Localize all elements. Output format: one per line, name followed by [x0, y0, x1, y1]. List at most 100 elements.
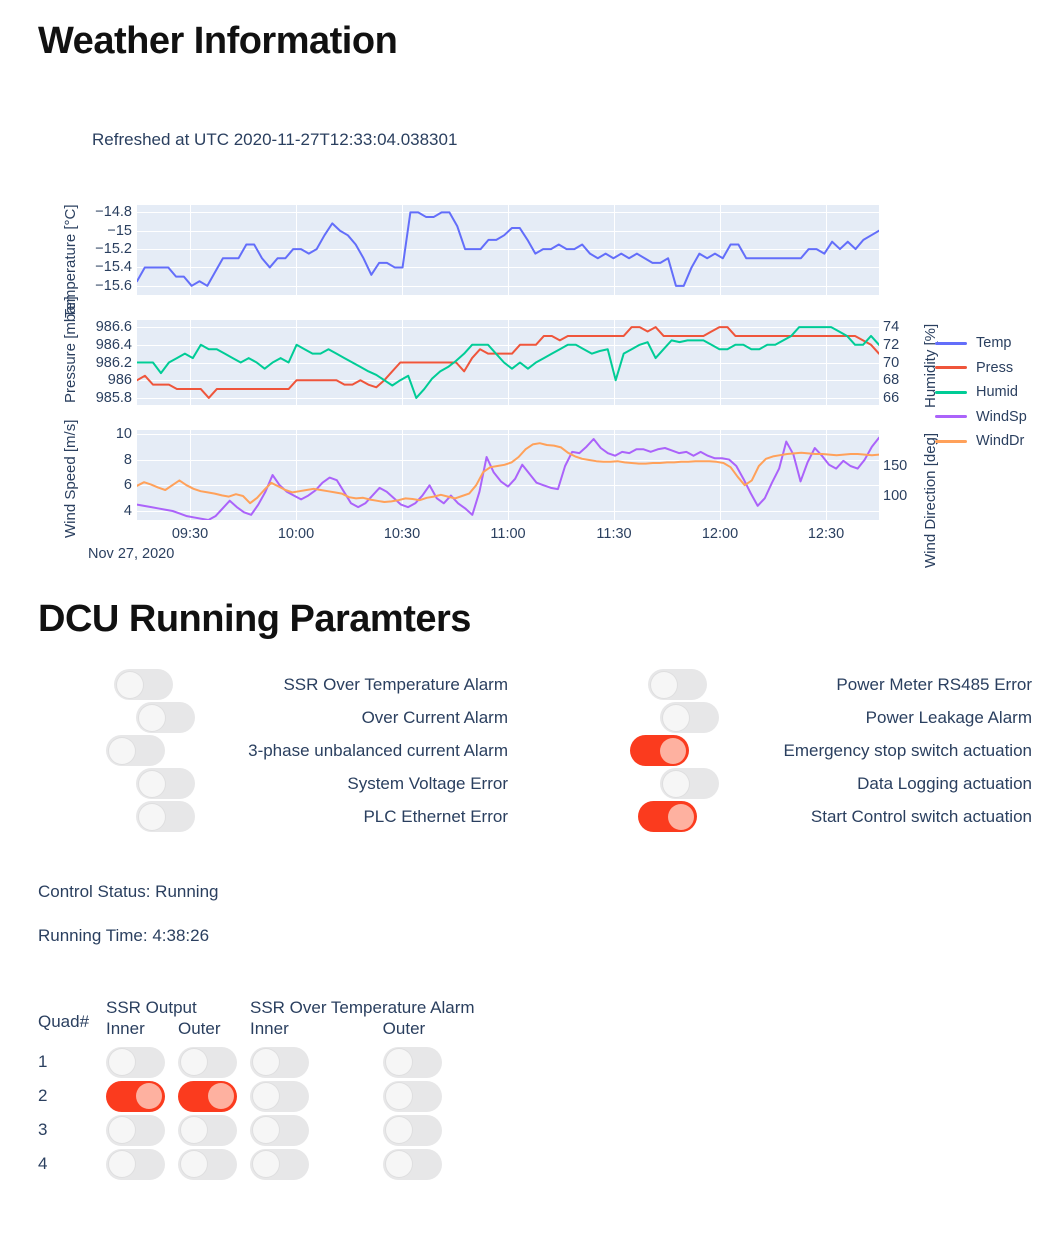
axis-tick-label: 70	[883, 354, 900, 371]
xaxis-tick-label: 11:30	[596, 526, 632, 542]
axis-tick-label: 985.8	[95, 389, 132, 406]
dcu-switch-cell	[597, 735, 689, 766]
series-line-humid	[137, 327, 879, 398]
toggle-right-2[interactable]	[660, 702, 719, 733]
toggle-quad2-ssr-output-outer[interactable]	[178, 1080, 237, 1112]
toggle-left-4[interactable]	[136, 768, 195, 799]
dcu-switch-cell	[103, 801, 195, 832]
toggle-quad2-ssr-overtemp-outer[interactable]	[382, 1080, 442, 1112]
toggle-knob	[253, 1151, 279, 1177]
legend-item-press[interactable]: Press	[935, 356, 1027, 381]
quad-switch-cell	[106, 1079, 178, 1113]
subplot-wind	[137, 430, 879, 520]
axis-tick-label: −15.2	[95, 241, 132, 258]
dcu-switch-cell	[103, 702, 195, 733]
toggle-knob	[385, 1151, 412, 1177]
toggle-knob	[385, 1049, 412, 1075]
toggle-quad4-ssr-output-outer[interactable]	[178, 1148, 237, 1180]
toggle-knob	[385, 1083, 412, 1109]
legend-item-humid[interactable]: Humid	[935, 380, 1027, 405]
toggle-quad4-ssr-overtemp-outer[interactable]	[382, 1148, 442, 1180]
legend-label: WindDr	[976, 433, 1025, 450]
toggle-left-5[interactable]	[136, 801, 195, 832]
toggle-quad3-ssr-overtemp-outer[interactable]	[382, 1114, 442, 1146]
toggle-quad4-ssr-output-inner[interactable]	[106, 1148, 165, 1180]
toggle-quad3-ssr-output-outer[interactable]	[178, 1114, 237, 1146]
toggle-knob	[109, 737, 135, 764]
axis-tick-label: 10	[115, 425, 132, 442]
dcu-status-label: PLC Ethernet Error	[363, 806, 508, 826]
quad-switch-cell	[106, 1113, 178, 1147]
quad-table: Quad# SSR Output SSR Over Temperature Al…	[38, 998, 475, 1181]
dcu-status-row: Power Leakage Alarm	[612, 701, 1032, 734]
axis-tick-label: −15.4	[95, 259, 132, 276]
toggle-left-1[interactable]	[114, 669, 173, 700]
quad-number-cell: 4	[38, 1154, 48, 1173]
toggle-knob	[660, 737, 686, 764]
axis-tick-label: 72	[883, 336, 900, 353]
toggle-quad1-ssr-output-outer[interactable]	[178, 1046, 237, 1078]
dcu-alarm-column-left: SSR Over Temperature Alarm Over Current A…	[88, 668, 508, 833]
series-line-windsp	[137, 438, 879, 520]
toggle-left-2[interactable]	[136, 702, 195, 733]
quad-table-group-ssr-overtemp: SSR Over Temperature Alarm	[250, 998, 475, 1017]
quad-switch-cell	[250, 1079, 383, 1113]
quad-switch-cell	[382, 1045, 475, 1079]
toggle-right-4[interactable]	[660, 768, 719, 799]
toggle-quad1-ssr-overtemp-inner[interactable]	[250, 1046, 309, 1078]
toggle-knob	[663, 770, 689, 797]
legend-item-temp[interactable]: Temp	[935, 331, 1027, 356]
axis-tick-label: −15.6	[95, 277, 132, 294]
toggle-knob	[663, 704, 689, 731]
legend-swatch	[935, 415, 967, 419]
toggle-knob	[117, 671, 143, 698]
toggle-left-3[interactable]	[106, 735, 165, 766]
legend-item-winddr[interactable]: WindDr	[935, 429, 1027, 454]
dcu-status-row: 3-phase unbalanced current Alarm	[88, 734, 508, 767]
quad-table-subheader-output-outer: Outer	[178, 1019, 221, 1038]
xaxis-tick-label: 10:00	[277, 526, 315, 542]
dcu-status-label: Over Current Alarm	[361, 707, 508, 727]
toggle-quad1-ssr-output-inner[interactable]	[106, 1046, 165, 1078]
toggle-quad1-ssr-overtemp-outer[interactable]	[382, 1046, 442, 1078]
toggle-knob	[139, 803, 165, 830]
quad-switch-cell	[178, 1147, 250, 1181]
dcu-status-label: Power Leakage Alarm	[865, 707, 1032, 727]
quad-status-table: Quad# SSR Output SSR Over Temperature Al…	[38, 998, 475, 1181]
toggle-right-1[interactable]	[648, 669, 707, 700]
subplot-lines	[137, 205, 879, 295]
toggle-quad4-ssr-overtemp-inner[interactable]	[250, 1148, 309, 1180]
toggle-quad3-ssr-output-inner[interactable]	[106, 1114, 165, 1146]
quad-number-cell: 3	[38, 1120, 48, 1139]
toggle-knob	[181, 1049, 207, 1075]
toggle-right-3[interactable]	[630, 735, 689, 766]
dcu-status-row: PLC Ethernet Error	[88, 800, 508, 833]
chart-legend: Temp Press Humid WindSp WindDr	[935, 331, 1027, 454]
toggle-knob	[208, 1083, 234, 1109]
axis-tick-label: 150	[883, 458, 908, 474]
table-row: 2	[38, 1079, 475, 1113]
xaxis-tick-label: 12:30	[807, 526, 845, 542]
yaxis-title-windspeed: Wind Speed [m/s]	[62, 419, 79, 538]
axis-tick-label: −14.8	[95, 204, 132, 221]
toggle-quad3-ssr-overtemp-inner[interactable]	[250, 1114, 309, 1146]
toggle-quad2-ssr-overtemp-inner[interactable]	[250, 1080, 309, 1112]
quad-table-group-ssr-output: SSR Output	[106, 998, 197, 1017]
quad-number-cell: 1	[38, 1052, 48, 1071]
axis-tick-label: 986	[107, 372, 132, 389]
quad-table-subheader-output-inner: Inner	[106, 1019, 145, 1038]
quad-switch-cell	[250, 1045, 383, 1079]
legend-item-windsp[interactable]: WindSp	[935, 405, 1027, 430]
dcu-switch-cell	[615, 669, 707, 700]
toggle-right-5[interactable]	[638, 801, 697, 832]
toggle-knob	[109, 1049, 135, 1075]
toggle-quad2-ssr-output-inner[interactable]	[106, 1080, 165, 1112]
axis-tick-label: 986.4	[95, 336, 132, 353]
legend-label: WindSp	[976, 408, 1027, 425]
axis-tick-label: 4	[123, 503, 132, 519]
xaxis-date-label: Nov 27, 2020	[88, 546, 175, 562]
dcu-status-row: System Voltage Error	[88, 767, 508, 800]
legend-label: Temp	[976, 335, 1012, 352]
quad-switch-cell	[382, 1113, 475, 1147]
toggle-knob	[651, 671, 677, 698]
